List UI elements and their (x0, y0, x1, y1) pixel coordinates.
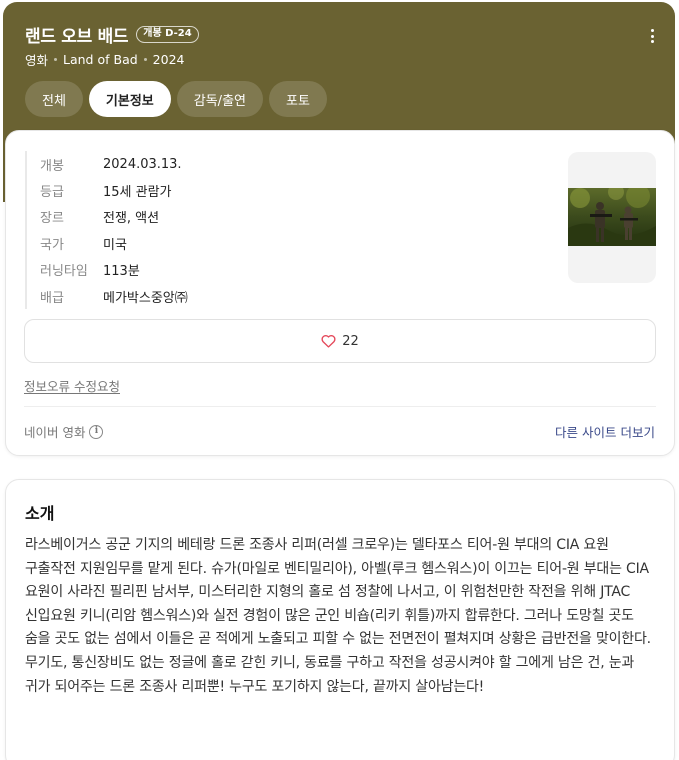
info-value: 메가박스중앙㈜ (103, 290, 188, 306)
info-label: 등급 (40, 185, 64, 201)
movie-title[interactable]: 랜드 오브 배드 (25, 22, 129, 47)
info-row-release: 개봉 2024.03.13. (27, 151, 545, 177)
info-value: 113분 (103, 264, 140, 280)
source-name: 네이버 영화 (24, 425, 86, 440)
original-title: Land of Bad (63, 52, 138, 67)
poster-thumbnail[interactable] (568, 152, 656, 283)
title-row: 랜드 오브 배드 개봉 D-24 (25, 22, 199, 47)
info-value: 전쟁, 액션 (103, 211, 160, 227)
info-label: 러닝타임 (40, 264, 88, 280)
synopsis-title: 소개 (25, 504, 55, 523)
more-sites-link[interactable]: 다른 사이트 더보기 (555, 422, 655, 441)
movie-subtitle: 영화 Land of Bad 2024 (25, 50, 184, 69)
info-label: 개봉 (40, 158, 64, 174)
tab-basic-info[interactable]: 기본정보 (88, 81, 171, 117)
basic-info-card: 개봉 2024.03.13. 등급 15세 관람가 장르 전쟁, 액션 국가 미… (5, 130, 675, 456)
tab-all[interactable]: 전체 (25, 81, 83, 117)
source-label: 네이버 영화 i (24, 422, 104, 441)
divider (24, 406, 656, 407)
info-label: 배급 (40, 290, 64, 306)
info-label: 국가 (40, 237, 64, 253)
synopsis-card: 소개 라스베이거스 공군 기지의 베테랑 드론 조종사 리퍼(러셀 크로우)는 … (5, 479, 675, 760)
info-value: 미국 (103, 237, 127, 253)
heart-icon (321, 334, 336, 348)
content-type: 영화 (25, 53, 49, 68)
tab-photos[interactable]: 포토 (269, 81, 327, 117)
info-value: 2024.03.13. (103, 156, 182, 172)
info-row-genre: 장르 전쟁, 액션 (27, 204, 545, 230)
more-vertical-icon[interactable] (645, 26, 659, 46)
like-count: 22 (342, 333, 359, 349)
info-row-rating: 등급 15세 관람가 (27, 177, 545, 203)
info-icon[interactable]: i (89, 424, 104, 439)
report-error-link[interactable]: 정보오류 수정요청 (24, 376, 120, 395)
poster-image (568, 188, 656, 246)
tab-director-cast[interactable]: 감독/출연 (176, 81, 263, 117)
tab-bar: 전체 기본정보 감독/출연 포토 (25, 81, 327, 117)
info-row-distributor: 배급 메가박스중앙㈜ (27, 283, 545, 309)
info-label: 장르 (40, 211, 64, 227)
synopsis-text: 라스베이거스 공군 기지의 베테랑 드론 조종사 리퍼(러셀 크로우)는 델타포… (25, 537, 651, 695)
info-row-runtime: 러닝타임 113분 (27, 257, 545, 283)
info-list: 개봉 2024.03.13. 등급 15세 관람가 장르 전쟁, 액션 국가 미… (25, 151, 545, 310)
info-row-country: 국가 미국 (27, 230, 545, 256)
info-value: 15세 관람가 (103, 185, 172, 201)
release-dday-badge: 개봉 D-24 (136, 26, 199, 43)
release-year: 2024 (152, 52, 185, 67)
like-button[interactable]: 22 (24, 319, 656, 363)
